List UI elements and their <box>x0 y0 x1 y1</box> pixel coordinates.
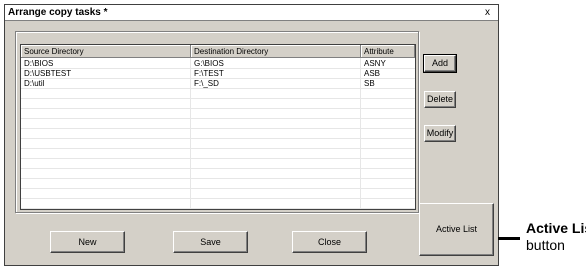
delete-button[interactable]: Delete <box>424 91 456 108</box>
empty-row <box>21 169 415 179</box>
callout-title: Active List <box>526 220 586 236</box>
empty-row <box>21 109 415 119</box>
add-button[interactable]: Add <box>423 54 457 73</box>
table-row[interactable]: D:\BIOS G:\BIOS ASNY <box>21 59 415 69</box>
source-cell: D:\util <box>24 79 45 88</box>
column-header-source[interactable]: Source Directory <box>21 45 191 58</box>
active-list-button[interactable]: Active List <box>419 203 494 256</box>
empty-row <box>21 99 415 109</box>
new-button[interactable]: New <box>50 231 125 253</box>
empty-row <box>21 199 415 209</box>
destination-cell: F:\_SD <box>194 79 219 88</box>
copy-task-list[interactable]: Source Directory Destination Directory A… <box>20 44 416 210</box>
modify-button[interactable]: Modify <box>424 125 456 142</box>
close-icon[interactable]: x <box>481 7 494 18</box>
callout-subtitle: button <box>526 237 565 253</box>
empty-row <box>21 189 415 199</box>
attribute-cell: SB <box>364 79 375 88</box>
save-button[interactable]: Save <box>173 231 248 253</box>
empty-row <box>21 119 415 129</box>
callout-pointer <box>498 237 520 240</box>
column-header-destination[interactable]: Destination Directory <box>191 45 361 58</box>
list-header: Source Directory Destination Directory A… <box>21 45 415 58</box>
table-row[interactable]: D:\USBTEST F:\TEST ASB <box>21 69 415 79</box>
column-header-attribute[interactable]: Attribute <box>361 45 415 58</box>
destination-cell: F:\TEST <box>194 69 224 78</box>
empty-row <box>21 89 415 99</box>
empty-row <box>21 149 415 159</box>
empty-row <box>21 139 415 149</box>
table-row[interactable]: D:\util F:\_SD SB <box>21 79 415 89</box>
empty-row <box>21 129 415 139</box>
attribute-cell: ASNY <box>364 59 386 68</box>
title-bar: Arrange copy tasks * x <box>5 5 498 21</box>
empty-row <box>21 179 415 189</box>
arrange-copy-tasks-dialog: Arrange copy tasks * x Source Directory … <box>4 4 499 266</box>
window-title: Arrange copy tasks * <box>8 7 108 18</box>
source-cell: D:\BIOS <box>24 59 54 68</box>
attribute-cell: ASB <box>364 69 381 78</box>
empty-row <box>21 159 415 169</box>
destination-cell: G:\BIOS <box>194 59 224 68</box>
source-cell: D:\USBTEST <box>24 69 72 78</box>
close-button[interactable]: Close <box>292 231 367 253</box>
